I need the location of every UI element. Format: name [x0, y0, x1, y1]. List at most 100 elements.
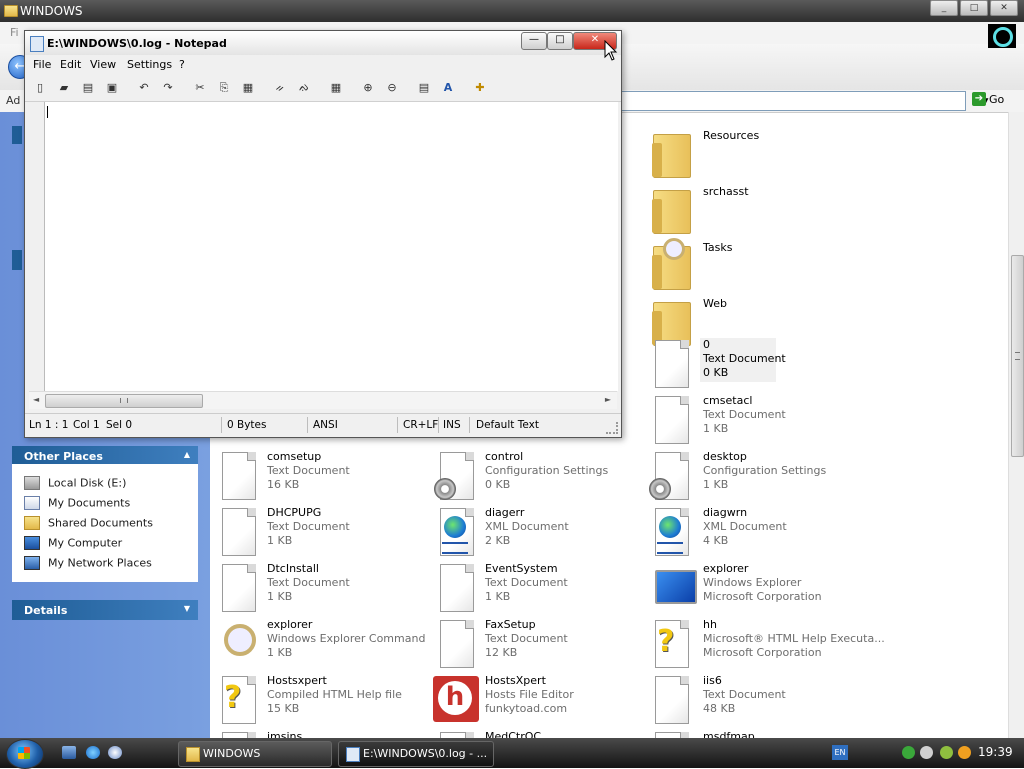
- explorer-maximize-button[interactable]: □: [960, 0, 988, 16]
- menu-file[interactable]: File: [33, 58, 51, 71]
- status-eol: CR+LF: [403, 419, 439, 431]
- folder-icon: [4, 5, 18, 17]
- explorer-close-button[interactable]: ✕: [990, 0, 1018, 16]
- save-icon[interactable]: ▣: [105, 81, 119, 95]
- file-item[interactable]: DHCPUPG Text Document 1 KB: [220, 506, 430, 560]
- zoom-in-icon[interactable]: ⊕: [361, 81, 375, 95]
- xml-document-icon: [653, 508, 693, 556]
- hostsxpert-app-icon: h: [433, 676, 479, 724]
- config-file-icon: [434, 452, 478, 500]
- place-my-computer[interactable]: My Computer: [24, 536, 122, 552]
- details-title: Details: [24, 604, 68, 617]
- start-button[interactable]: [6, 739, 44, 769]
- menu-edit[interactable]: Edit: [60, 58, 81, 71]
- notepad-status-bar: Ln 1 : 1 Col 1 Sel 0 0 Bytes ANSI CR+LF …: [25, 413, 621, 436]
- open-favorite-icon[interactable]: ▤: [81, 81, 95, 95]
- file-item[interactable]: EventSystem Text Document 1 KB: [438, 562, 648, 616]
- mouse-cursor-icon: [604, 40, 618, 61]
- zoom-out-icon[interactable]: ⊖: [385, 81, 399, 95]
- network-tray-icon[interactable]: [902, 746, 915, 759]
- file-item[interactable]: FaxSetup Text Document 12 KB: [438, 618, 648, 672]
- undo-icon[interactable]: ↶: [137, 81, 151, 95]
- file-item[interactable]: ? hh Microsoft® HTML Help Executa... Mic…: [653, 618, 885, 672]
- place-local-disk[interactable]: Local Disk (E:): [24, 476, 126, 492]
- find-icon[interactable]: ᨀ: [273, 81, 287, 95]
- file-item-selected[interactable]: 0 Text Document 0 KB: [653, 338, 863, 392]
- file-item[interactable]: comsetup Text Document 16 KB: [220, 450, 430, 504]
- documents-icon: [24, 496, 40, 510]
- taskbar-button-notepad[interactable]: E:\WINDOWS\0.log - ...: [338, 741, 494, 767]
- file-item[interactable]: Tasks: [652, 238, 863, 294]
- paste-icon[interactable]: ▦: [241, 81, 255, 95]
- scheme-icon[interactable]: ▤: [417, 81, 431, 95]
- explorer-title: WINDOWS: [20, 4, 83, 18]
- go-button[interactable]: ➔ Go: [972, 92, 1004, 106]
- file-item[interactable]: desktop Configuration Settings 1 KB: [649, 450, 863, 504]
- notepad-title-bar[interactable]: E:\WINDOWS\0.log - Notepad — □ ✕: [25, 31, 621, 55]
- scroll-left-icon[interactable]: ◄: [33, 395, 39, 404]
- font-icon[interactable]: A: [441, 81, 455, 95]
- menu-help[interactable]: ?: [179, 58, 185, 71]
- resize-grip-icon[interactable]: [606, 422, 618, 434]
- expand-icon[interactable]: ▼: [184, 604, 190, 613]
- task-pane-section-stub: [12, 126, 22, 144]
- place-shared-documents[interactable]: Shared Documents: [24, 516, 153, 532]
- new-file-icon[interactable]: ▯: [33, 81, 47, 95]
- search-tray-icon[interactable]: [958, 746, 971, 759]
- word-wrap-icon[interactable]: ▦: [329, 81, 343, 95]
- file-list-scrollbar[interactable]: [1008, 112, 1024, 738]
- horizontal-scroll-thumb[interactable]: [45, 394, 203, 408]
- explorer-file-menu[interactable]: Fi: [10, 26, 19, 39]
- replace-icon[interactable]: ᨁ: [297, 81, 311, 95]
- scrollbar-thumb[interactable]: [1011, 255, 1024, 457]
- file-item[interactable]: h HostsXpert Hosts File Editor funkytoad…: [433, 674, 643, 728]
- file-item[interactable]: iis6 Text Document 48 KB: [653, 674, 863, 728]
- media-player-icon[interactable]: [108, 746, 122, 759]
- file-item[interactable]: ? Hostsxpert Compiled HTML Help file 15 …: [220, 674, 430, 728]
- settings-icon[interactable]: ✚: [473, 81, 487, 95]
- file-item[interactable]: srchasst: [652, 184, 863, 238]
- file-item[interactable]: DtcInstall Text Document 1 KB: [220, 562, 430, 616]
- file-item[interactable]: MedCtrOC: [438, 730, 648, 738]
- folder-icon: [652, 130, 693, 178]
- redo-icon[interactable]: ↷: [161, 81, 175, 95]
- other-places-header[interactable]: Other Places ▲: [12, 446, 198, 466]
- notepad-text-area[interactable]: [44, 102, 618, 391]
- cut-icon[interactable]: ✂: [193, 81, 207, 95]
- explorer-app-icon: [653, 564, 697, 612]
- scroll-right-icon[interactable]: ►: [605, 395, 611, 404]
- security-tray-icon[interactable]: [940, 746, 953, 759]
- file-item[interactable]: cmsetacl Text Document 1 KB: [653, 394, 863, 448]
- task-pane-section-stub: [12, 250, 22, 270]
- place-my-network-places[interactable]: My Network Places: [24, 556, 152, 572]
- menu-settings[interactable]: Settings: [127, 58, 172, 71]
- details-header[interactable]: Details ▼: [12, 600, 198, 620]
- status-line: Ln 1 : 1: [29, 419, 69, 431]
- file-item[interactable]: diagwrn XML Document 4 KB: [653, 506, 863, 560]
- status-divider: [438, 417, 439, 433]
- file-item[interactable]: imsins: [220, 730, 430, 738]
- ring-icon: [993, 27, 1013, 47]
- menu-view[interactable]: View: [90, 58, 116, 71]
- file-item[interactable]: explorer Windows Explorer Command 1 KB: [220, 618, 430, 672]
- notepad-maximize-button[interactable]: □: [547, 32, 573, 50]
- notepad-horizontal-scrollbar[interactable]: ◄ ►: [29, 391, 617, 409]
- show-desktop-icon[interactable]: [62, 746, 76, 759]
- file-item[interactable]: msdfmap: [653, 730, 863, 738]
- copy-icon[interactable]: ⎘: [217, 81, 231, 95]
- grip-icon: [120, 398, 128, 403]
- volume-tray-icon[interactable]: [920, 746, 933, 759]
- open-file-icon[interactable]: ▰: [57, 81, 71, 95]
- notepad-minimize-button[interactable]: —: [521, 32, 547, 50]
- internet-explorer-icon[interactable]: [86, 746, 100, 759]
- explorer-minimize-button[interactable]: _: [930, 0, 958, 16]
- collapse-icon[interactable]: ▲: [184, 450, 190, 459]
- file-item[interactable]: diagerr XML Document 2 KB: [438, 506, 648, 560]
- file-item[interactable]: Resources: [652, 128, 863, 182]
- folder-icon: [186, 747, 200, 762]
- file-item[interactable]: control Configuration Settings 0 KB: [434, 450, 648, 504]
- place-my-documents[interactable]: My Documents: [24, 496, 130, 512]
- taskbar-button-explorer[interactable]: WINDOWS: [178, 741, 332, 767]
- file-item[interactable]: explorer Windows Explorer Microsoft Corp…: [653, 562, 863, 616]
- language-indicator[interactable]: EN: [832, 745, 848, 760]
